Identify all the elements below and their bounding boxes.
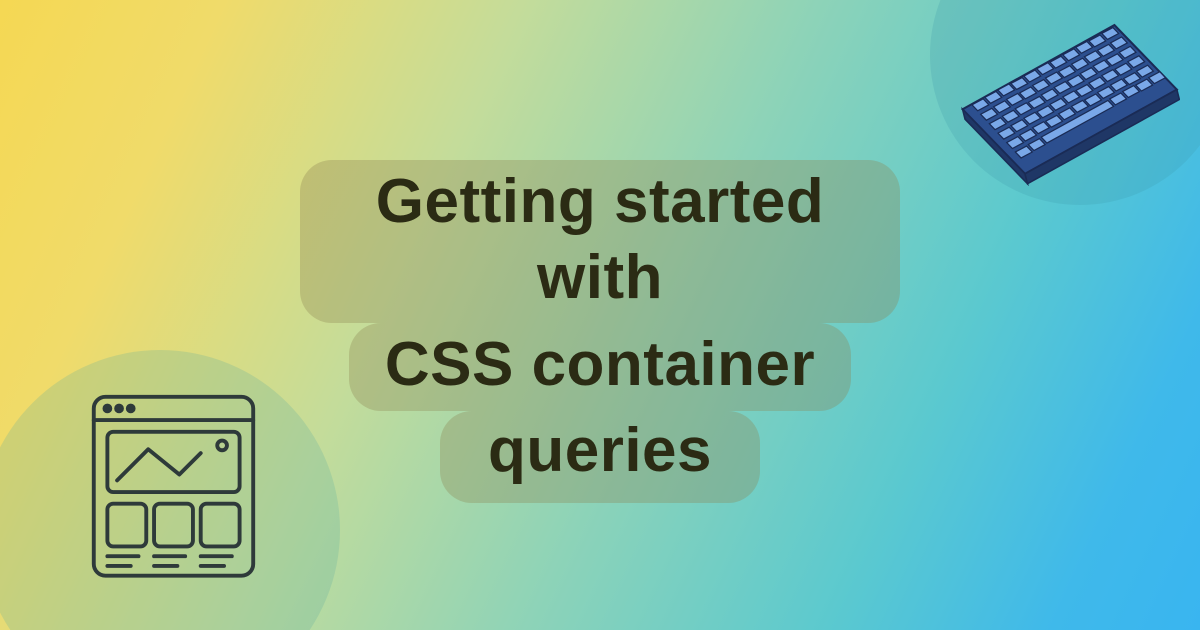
title-line-3: queries (440, 411, 760, 503)
website-layout-icon (86, 389, 261, 588)
page-title: Getting started with CSS container queri… (300, 160, 900, 503)
keyboard-icon (955, 12, 1180, 191)
title-line-1: Getting started with (300, 160, 900, 323)
title-line-2: CSS container (349, 323, 851, 411)
